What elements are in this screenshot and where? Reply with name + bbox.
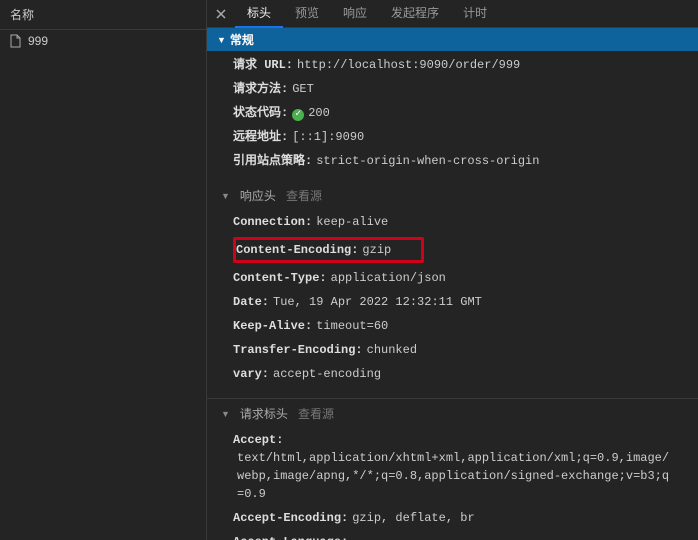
header-value: timeout=60	[316, 317, 388, 335]
file-icon	[10, 34, 22, 48]
header-key: Accept-Encoding:	[233, 509, 348, 527]
request-headers-section-header[interactable]: ▼ 请求标头 查看源	[207, 398, 698, 426]
header-value: strict-origin-when-cross-origin	[316, 152, 539, 170]
view-source-link[interactable]: 查看源	[286, 187, 322, 204]
status-ok-icon: ✓	[292, 109, 304, 121]
header-value: gzip	[362, 241, 391, 259]
general-section-header[interactable]: ▼ 常规	[207, 28, 698, 51]
header-row: 远程地址: [::1]:9090	[207, 125, 698, 149]
header-key: Connection:	[233, 213, 312, 231]
tab-4[interactable]: 计时	[451, 0, 499, 28]
general-list: 请求 URL: http://localhost:9090/order/999请…	[207, 51, 698, 179]
request-row[interactable]: 999	[0, 30, 206, 52]
header-row: 状态代码: ✓200	[207, 101, 698, 125]
header-key: Content-Type:	[233, 269, 327, 287]
header-row: Connection: keep-alive	[207, 210, 698, 234]
header-key: 请求方法:	[233, 80, 288, 98]
header-row: 请求方法: GET	[207, 77, 698, 101]
header-key: Content-Encoding:	[236, 241, 358, 259]
header-value: accept-encoding	[273, 365, 381, 383]
request-headers-list: Accept: text/html,application/xhtml+xml,…	[207, 426, 698, 540]
header-key: vary:	[233, 365, 269, 383]
header-value: keep-alive	[316, 213, 388, 231]
header-value: http://localhost:9090/order/999	[297, 56, 520, 74]
close-icon[interactable]	[207, 9, 235, 19]
header-key: 远程地址:	[233, 128, 288, 146]
header-row: Keep-Alive: timeout=60	[207, 314, 698, 338]
triangle-down-icon: ▼	[217, 35, 226, 45]
triangle-down-icon: ▼	[221, 409, 230, 419]
header-row: Transfer-Encoding: chunked	[207, 338, 698, 362]
header-key: Transfer-Encoding:	[233, 341, 363, 359]
tab-1[interactable]: 预览	[283, 0, 331, 28]
header-row: Date: Tue, 19 Apr 2022 12:32:11 GMT	[207, 290, 698, 314]
header-row: Accept: text/html,application/xhtml+xml,…	[207, 428, 698, 506]
response-headers-section-header[interactable]: ▼ 响应头 查看源	[207, 181, 698, 208]
view-source-link[interactable]: 查看源	[298, 405, 334, 422]
header-row: Content-Encoding: gzip	[207, 234, 698, 266]
header-row: Accept-Encoding: gzip, deflate, br	[207, 506, 698, 530]
header-key: 状态代码:	[233, 104, 288, 122]
header-key: 引用站点策略:	[233, 152, 312, 170]
header-value: ✓200	[292, 104, 330, 122]
header-value: application/json	[331, 269, 446, 287]
highlighted-row: Content-Encoding: gzip	[233, 237, 424, 263]
header-key: Keep-Alive:	[233, 317, 312, 335]
tab-2[interactable]: 响应	[331, 0, 379, 28]
header-key: Date:	[233, 293, 269, 311]
header-value: text/html,application/xhtml+xml,applicat…	[237, 449, 672, 503]
header-row: 请求 URL: http://localhost:9090/order/999	[207, 53, 698, 77]
request-label: 999	[28, 34, 48, 48]
response-headers-list: Connection: keep-alive Content-Encoding: …	[207, 208, 698, 392]
tab-3[interactable]: 发起程序	[379, 0, 451, 28]
header-row: Content-Type: application/json	[207, 266, 698, 290]
header-value: Tue, 19 Apr 2022 12:32:11 GMT	[273, 293, 482, 311]
header-value: [::1]:9090	[292, 128, 364, 146]
triangle-down-icon: ▼	[221, 191, 230, 201]
header-row: 引用站点策略: strict-origin-when-cross-origin	[207, 149, 698, 173]
header-key: 请求 URL:	[233, 56, 293, 74]
header-value: GET	[292, 80, 314, 98]
header-value: chunked	[367, 341, 417, 359]
request-list-panel: 名称 999	[0, 0, 207, 540]
header-key: Accept-Language:	[233, 533, 348, 540]
details-panel: 标头预览响应发起程序计时 ▼ 常规 请求 URL: http://localho…	[207, 0, 698, 540]
header-value: gzip, deflate, br	[352, 509, 474, 527]
tab-0[interactable]: 标头	[235, 0, 283, 28]
details-content: ▼ 常规 请求 URL: http://localhost:9090/order…	[207, 28, 698, 540]
request-list-header: 名称	[0, 0, 206, 30]
header-key: Accept:	[233, 431, 283, 449]
details-tabs: 标头预览响应发起程序计时	[207, 0, 698, 28]
header-row: Accept-Language: zh-CN,zh;q=0.9,en;q=0.8…	[207, 530, 698, 540]
header-row: vary: accept-encoding	[207, 362, 698, 386]
